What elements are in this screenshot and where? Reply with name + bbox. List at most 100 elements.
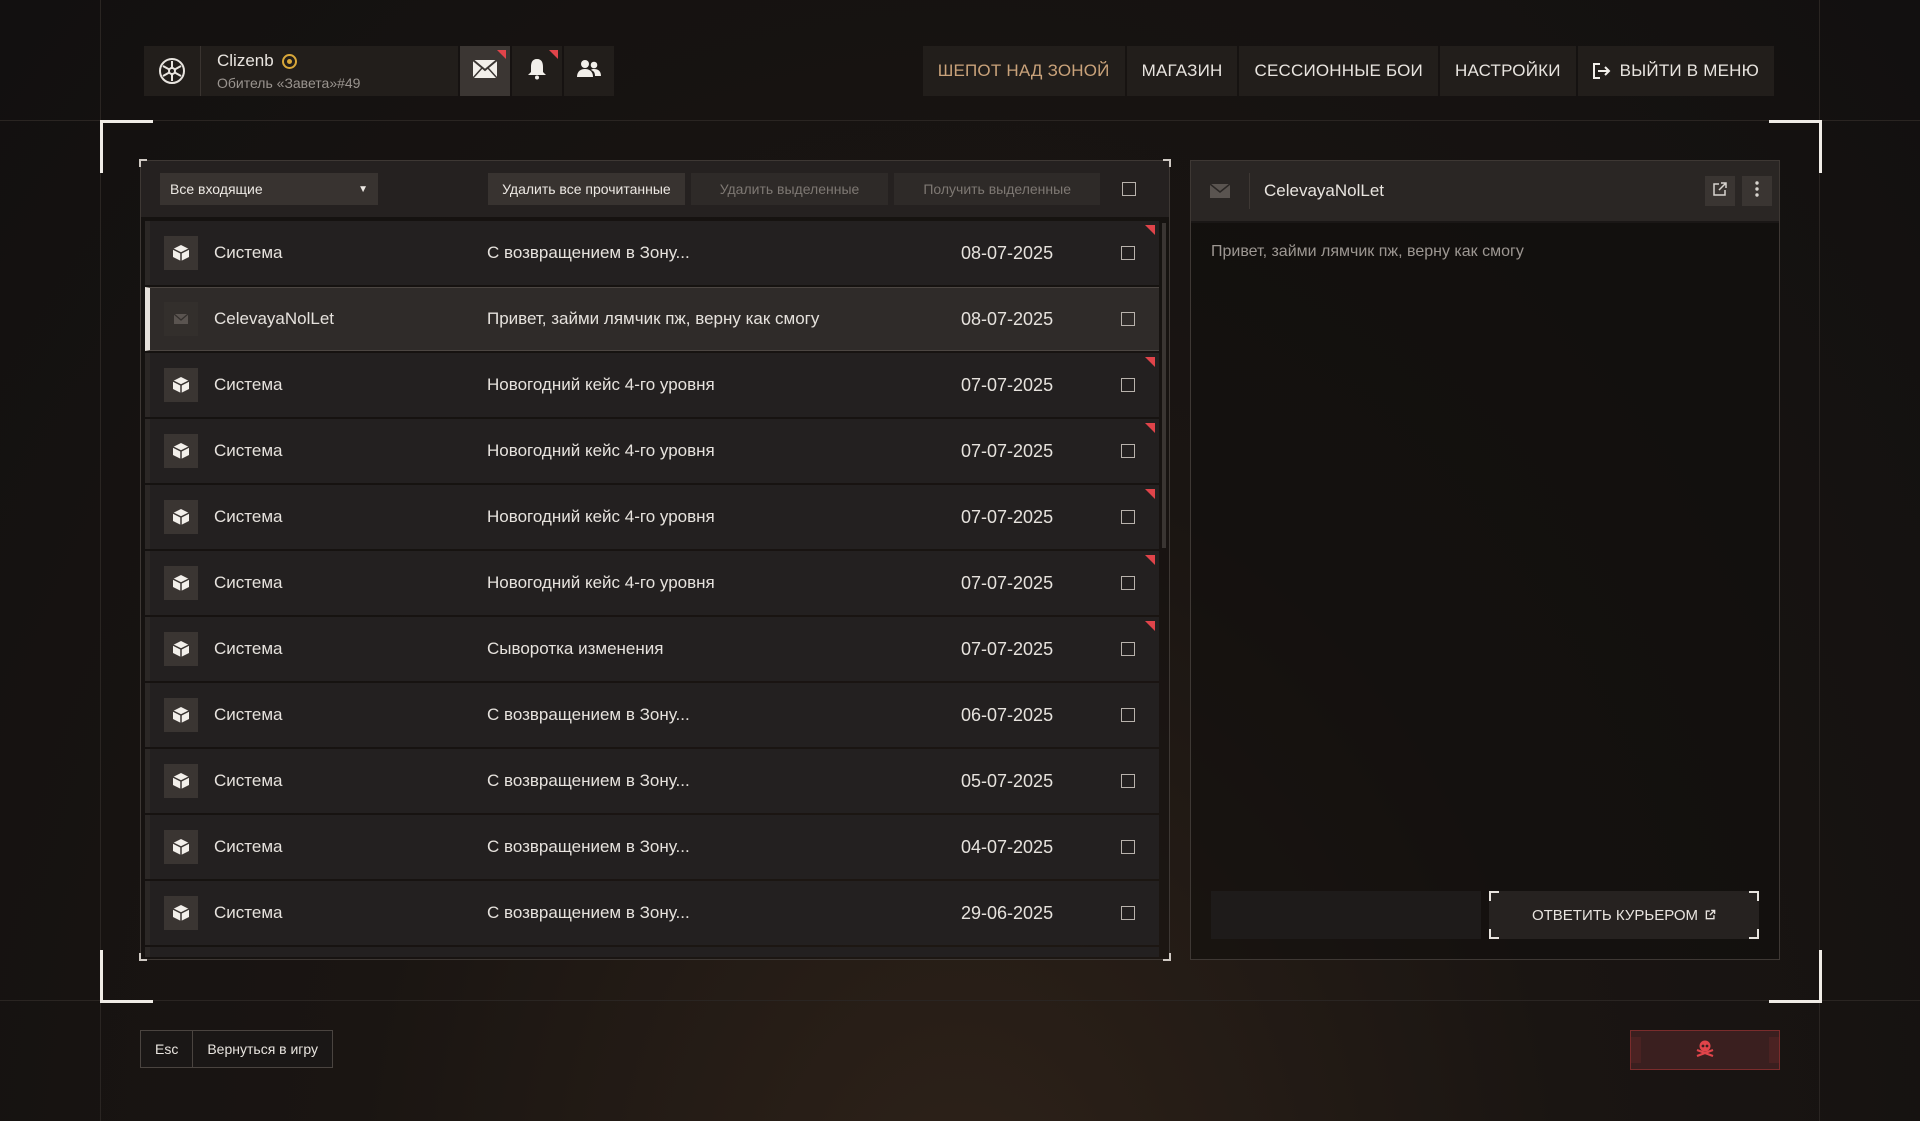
nav-whisper-over-zone[interactable]: ШЕПОТ НАД ЗОНОЙ [922, 46, 1125, 96]
panel-corner [1163, 953, 1171, 961]
nav-shop[interactable]: МАГАЗИН [1126, 46, 1238, 96]
message-sender: Система [214, 903, 283, 922]
message-subject: Новогодний кейс 4-го уровня [487, 507, 715, 526]
profile-bar: Clizenb Обитель «Завета»#49 [144, 46, 614, 96]
message-checkbox[interactable] [1121, 576, 1135, 590]
message-sender: Система [214, 243, 283, 262]
delete-selected-button[interactable]: Удалить выделенные [690, 173, 889, 205]
unread-marker [1145, 225, 1155, 235]
message-subject: Привет, займи лямчик пж, верну как смогу [487, 309, 820, 328]
message-row[interactable]: Система Новогодний кейс 4-го уровня 07-07-… [145, 551, 1159, 615]
friends-icon [577, 59, 601, 84]
message-checkbox[interactable] [1121, 312, 1135, 326]
box-icon [164, 830, 198, 864]
friends-button[interactable] [564, 46, 614, 96]
external-link-icon [1712, 181, 1728, 202]
message-subject: Новогодний кейс 4-го уровня [487, 573, 715, 592]
message-row[interactable]: Система С возвращением в Зону... 06-07-202… [145, 683, 1159, 747]
more-options-button[interactable] [1742, 176, 1772, 206]
main-nav: ШЕПОТ НАД ЗОНОЙ МАГАЗИН СЕССИОННЫЕ БОИ Н… [922, 46, 1774, 96]
receive-selected-button[interactable]: Получить выделенные [894, 173, 1100, 205]
message-row[interactable]: Система Сыворотка изменения 07-07-2025 [145, 617, 1159, 681]
box-icon [164, 764, 198, 798]
message-detail-header: CelevayaNolLet [1191, 161, 1779, 223]
frame-line-bottom [0, 1000, 1920, 1001]
nav-exit-to-menu[interactable]: ВЫЙТИ В МЕНЮ [1577, 46, 1774, 96]
select-all-checkbox[interactable] [1122, 182, 1136, 196]
message-date: 06-07-2025 [961, 704, 1054, 725]
exit-label: ВЫЙТИ В МЕНЮ [1619, 61, 1759, 80]
envelope-icon [164, 302, 198, 336]
message-checkbox[interactable] [1121, 246, 1135, 260]
nav-session-battles[interactable]: СЕССИОННЫЕ БОИ [1239, 46, 1438, 96]
message-subject: Сыворотка изменения [487, 639, 664, 658]
panel-corner [139, 159, 147, 167]
message-date: 07-07-2025 [961, 506, 1054, 527]
unread-marker [1145, 555, 1155, 565]
kebab-menu-icon [1755, 180, 1759, 202]
message-subject: С возвращением в Зону... [487, 903, 690, 922]
message-detail-panel: CelevayaNolLet Привет, займи лямчик пж, … [1190, 160, 1780, 960]
message-row[interactable]: Система С возвращением в Зону... 29-06-202… [145, 881, 1159, 945]
message-checkbox[interactable] [1121, 840, 1135, 854]
mail-icon [472, 58, 498, 84]
message-sender: Система [214, 375, 283, 394]
message-checkbox[interactable] [1121, 774, 1135, 788]
back-to-game-control[interactable]: Esc Вернуться в игру [140, 1030, 334, 1068]
message-list-scrollbar[interactable] [1162, 223, 1166, 548]
box-icon [164, 368, 198, 402]
message-date: 07-07-2025 [961, 572, 1054, 593]
unread-marker [497, 50, 506, 59]
message-checkbox[interactable] [1121, 378, 1135, 392]
delete-all-read-button[interactable]: Удалить все прочитанные [488, 173, 685, 205]
message-sender: Система [214, 705, 283, 724]
message-date: 04-07-2025 [961, 836, 1054, 857]
message-row[interactable]: Система Новогодний кейс 4-го уровня 07-07-… [145, 353, 1159, 417]
message-row[interactable]: CelevayaNolLet Привет, займи лямчик пж, в… [145, 287, 1159, 351]
message-subject: С возвращением в Зону... [487, 771, 690, 790]
external-link-icon [1705, 907, 1716, 924]
open-external-button[interactable] [1705, 176, 1735, 206]
message-row[interactable]: Система Новогодний кейс 4-го уровня 07-07-… [145, 485, 1159, 549]
notifications-button[interactable] [512, 46, 562, 96]
panel-corner [1163, 159, 1171, 167]
message-detail-body: Привет, займи лямчик пж, верну как смогу [1211, 243, 1524, 260]
message-row[interactable]: Система С возвращением в Зону... 08-07-202… [145, 221, 1159, 285]
reply-row: ОТВЕТИТЬ КУРЬЕРОМ [1211, 891, 1759, 939]
message-checkbox[interactable] [1121, 444, 1135, 458]
message-date: 07-07-2025 [961, 638, 1054, 659]
message-sender: Система [214, 573, 283, 592]
message-checkbox[interactable] [1121, 510, 1135, 524]
box-icon [164, 896, 198, 930]
inbox-filter-select[interactable]: Все входящие ▼ [160, 173, 378, 205]
reply-via-courier-button[interactable]: ОТВЕТИТЬ КУРЬЕРОМ [1489, 891, 1759, 939]
message-subject: С возвращением в Зону... [487, 837, 690, 856]
box-icon [164, 236, 198, 270]
envelope-icon [1191, 173, 1250, 209]
message-sender: Система [214, 441, 283, 460]
message-row[interactable]: Система Новогодний кейс 4-го уровня 07-07-… [145, 419, 1159, 483]
profile-name: Clizenb [217, 51, 274, 70]
bell-icon [527, 58, 547, 85]
message-checkbox[interactable] [1121, 708, 1135, 722]
message-subject: Новогодний кейс 4-го уровня [487, 375, 715, 394]
dropdown-caret-icon: ▼ [358, 183, 368, 195]
inbox-filter-value: Все входящие [170, 181, 263, 197]
frame-line-top [0, 120, 1920, 121]
unread-marker [1145, 489, 1155, 499]
message-checkbox[interactable] [1121, 642, 1135, 656]
message-date: 08-07-2025 [961, 242, 1054, 263]
message-list: Система С возвращением в Зону... 08-07-202… [145, 221, 1159, 957]
profile-card[interactable]: Clizenb Обитель «Завета»#49 [144, 46, 458, 96]
reply-input[interactable] [1211, 891, 1481, 939]
nav-settings[interactable]: НАСТРОЙКИ [1439, 46, 1576, 96]
mail-button[interactable] [460, 46, 510, 96]
unread-marker [1145, 357, 1155, 367]
faction-emblem-icon [144, 46, 201, 96]
message-row-partial [145, 947, 1159, 957]
message-row[interactable]: Система С возвращением в Зону... 04-07-202… [145, 815, 1159, 879]
message-row[interactable]: Система С возвращением в Зону... 05-07-202… [145, 749, 1159, 813]
exit-icon [1592, 63, 1611, 79]
danger-action-button[interactable] [1630, 1030, 1780, 1070]
message-checkbox[interactable] [1121, 906, 1135, 920]
